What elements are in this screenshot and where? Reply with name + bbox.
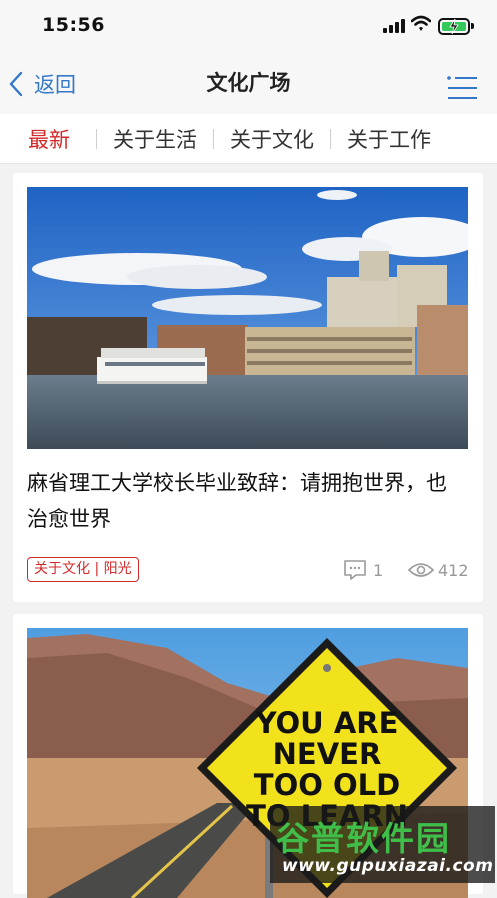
watermark-url: www.gupuxiazai.com	[282, 856, 494, 876]
battery-nub	[471, 23, 474, 29]
watermark: 谷普软件园 www.gupuxiazai.com	[270, 806, 495, 883]
article-title[interactable]: 麻省理工大学校长毕业致辞：请拥抱世界，也治愈世界	[27, 465, 447, 537]
article-card[interactable]: 麻省理工大学校长毕业致辞：请拥抱世界，也治愈世界 关于文化 | 阳光 1 412	[13, 173, 483, 602]
tab-about-work[interactable]: 关于工作	[331, 124, 447, 154]
comment-icon[interactable]	[343, 559, 367, 581]
category-tabs: 最新 关于生活 关于文化 关于工作	[0, 114, 497, 164]
article-image	[27, 187, 468, 449]
wifi-icon	[411, 15, 431, 31]
tab-about-life[interactable]: 关于生活	[97, 124, 213, 154]
comment-count: 1	[373, 561, 384, 580]
bolt-icon	[449, 18, 459, 35]
status-bar: 15:56	[0, 0, 497, 52]
watermark-title: 谷普软件园	[276, 819, 451, 858]
sign-text: YOU ARE	[255, 706, 399, 740]
sign-text: NEVER	[273, 737, 382, 771]
page-title: 文化广场	[206, 71, 291, 95]
navigation-bar: 返回 文化广场	[0, 52, 497, 114]
article-tag: 关于文化 | 阳光	[27, 557, 139, 582]
signal-icon	[383, 19, 405, 33]
tab-about-culture[interactable]: 关于文化	[214, 124, 330, 154]
tab-latest[interactable]: 最新	[0, 124, 96, 154]
view-count: 412	[438, 561, 469, 580]
status-time: 15:56	[42, 14, 105, 36]
sign-text: TOO OLD	[254, 768, 400, 802]
eye-icon	[408, 563, 434, 577]
menu-list-icon[interactable]	[446, 74, 478, 102]
